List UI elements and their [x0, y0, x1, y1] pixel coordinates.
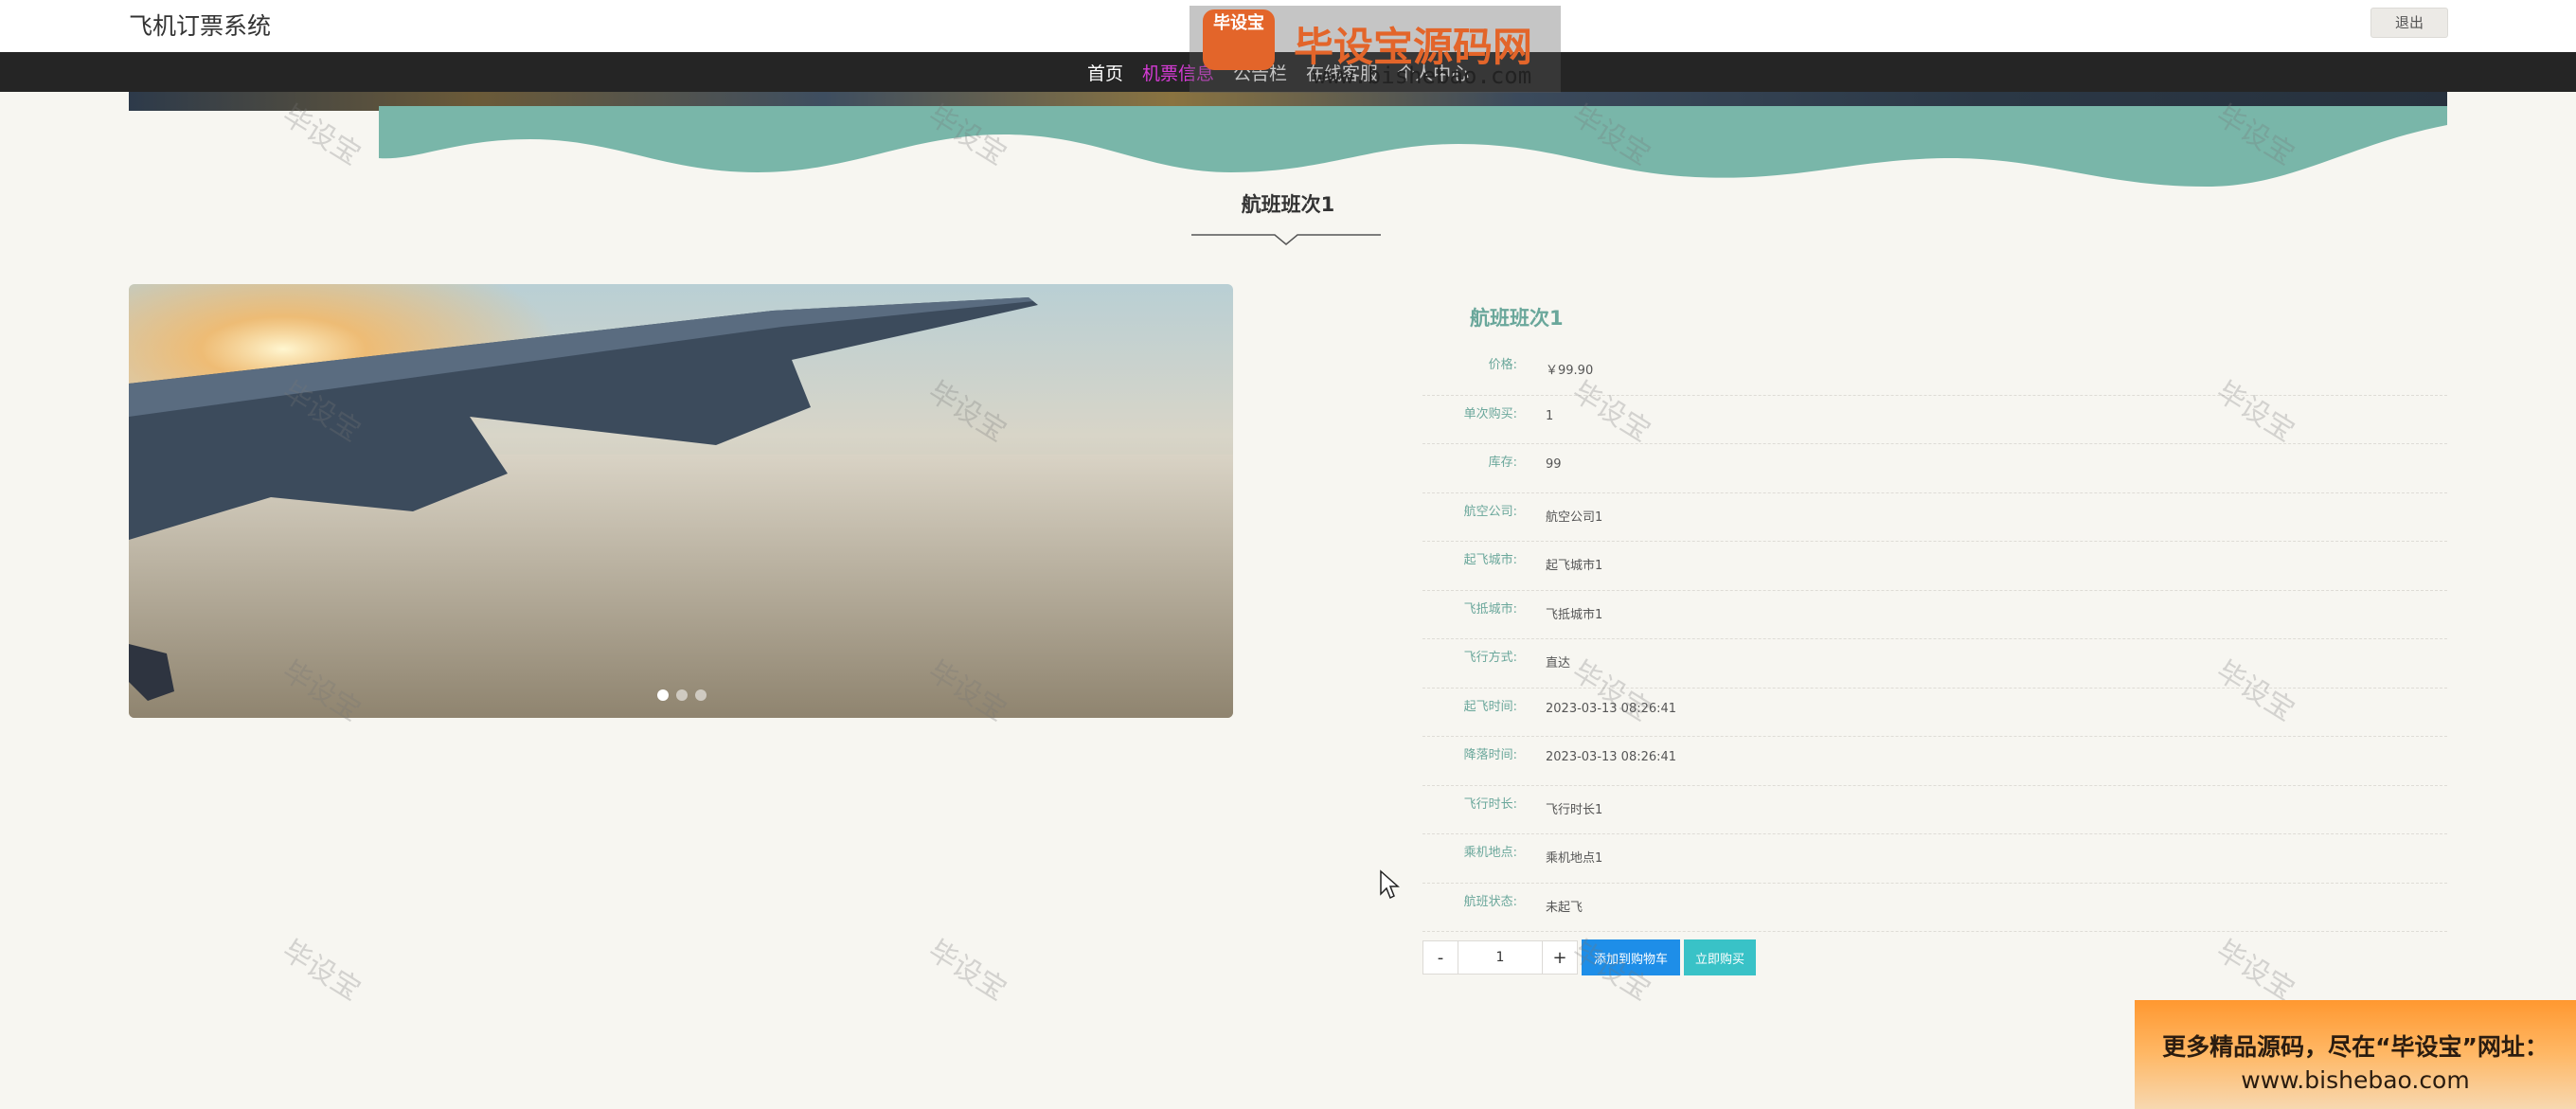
- detail-label: 飞抵城市:: [1463, 601, 1517, 617]
- page-title: 航班班次1: [1241, 193, 1335, 216]
- site-title: 飞机订票系统: [129, 12, 272, 40]
- detail-label: 价格:: [1488, 358, 1517, 372]
- watermark-text: 毕设宝: [921, 934, 1012, 1008]
- buy-now-button[interactable]: 立即购买: [1684, 939, 1756, 975]
- watermark-logo: 毕设宝 毕设宝源码网 www.bishebao.com: [1190, 6, 1561, 93]
- detail-value: ￥99.90: [1546, 364, 1594, 378]
- mouse-cursor-icon: [1380, 869, 1400, 900]
- detail-value: 未起飞: [1546, 900, 1583, 915]
- detail-value: 乘机地点1: [1546, 851, 1603, 866]
- detail-label: 飞行时长:: [1463, 796, 1517, 812]
- carousel-dot[interactable]: [676, 689, 688, 701]
- flight-name: 航班班次1: [1470, 307, 1564, 330]
- detail-row: 航班状态: 未起飞: [1422, 884, 2447, 932]
- detail-value: 2023-03-13 08:26:41: [1546, 750, 1677, 764]
- detail-label: 起飞时间:: [1463, 699, 1517, 714]
- detail-row: 单次购买: 1: [1422, 396, 2447, 444]
- detail-value: 飞行时长1: [1546, 802, 1603, 817]
- airplane-wing-image: [129, 284, 1233, 718]
- logout-button[interactable]: 退出: [2370, 8, 2448, 38]
- nav-item-0[interactable]: 首页: [1087, 60, 1123, 85]
- detail-row: 乘机地点: 乘机地点1: [1422, 834, 2447, 884]
- watermark-badge: 毕设宝: [1203, 9, 1275, 70]
- carousel-dot[interactable]: [695, 689, 707, 701]
- watermark-text: 毕设宝: [276, 934, 367, 1008]
- detail-label: 降落时间:: [1463, 748, 1517, 762]
- watermark-text: 毕设宝: [2209, 934, 2300, 1008]
- detail-label: 乘机地点:: [1463, 846, 1517, 860]
- detail-value: 航空公司1: [1546, 510, 1603, 525]
- detail-row: 飞行时长: 飞行时长1: [1422, 786, 2447, 834]
- detail-row: 航空公司: 航空公司1: [1422, 493, 2447, 542]
- detail-row: 起飞城市: 起飞城市1: [1422, 542, 2447, 591]
- detail-row: 飞抵城市: 飞抵城市1: [1422, 591, 2447, 639]
- quantity-decrease-button[interactable]: -: [1422, 940, 1458, 975]
- decorative-wave: [129, 106, 2447, 187]
- promo-text: 更多精品源码，尽在“毕设宝”网址：: [2162, 1033, 2549, 1061]
- promo-banner: 更多精品源码，尽在“毕设宝”网址： www.bishebao.com: [2135, 1000, 2576, 1109]
- detail-value: 99: [1546, 457, 1562, 472]
- detail-value: 2023-03-13 08:26:41: [1546, 701, 1677, 716]
- detail-value: 起飞城市1: [1546, 559, 1603, 573]
- detail-row: 起飞时间: 2023-03-13 08:26:41: [1422, 689, 2447, 737]
- detail-label: 库存:: [1488, 456, 1517, 470]
- quantity-input[interactable]: [1458, 940, 1542, 975]
- quantity-increase-button[interactable]: +: [1542, 940, 1578, 975]
- carousel-dots: [657, 689, 707, 701]
- detail-value: 飞抵城市1: [1546, 607, 1603, 622]
- add-to-cart-button[interactable]: 添加到购物车: [1582, 939, 1680, 975]
- detail-row: 价格: ￥99.90: [1422, 347, 2447, 396]
- detail-label: 飞行方式:: [1463, 651, 1517, 665]
- purchase-controls: - + 添加到购物车 立即购买: [1422, 939, 1756, 975]
- detail-row: 降落时间: 2023-03-13 08:26:41: [1422, 737, 2447, 786]
- detail-value: 1: [1546, 408, 1554, 423]
- detail-label: 航空公司:: [1463, 504, 1517, 519]
- detail-label: 单次购买:: [1463, 406, 1517, 421]
- detail-value: 直达: [1546, 656, 1571, 671]
- promo-url: www.bishebao.com: [2241, 1066, 2470, 1094]
- detail-row: 飞行方式: 直达: [1422, 639, 2447, 689]
- carousel-dot[interactable]: [657, 689, 669, 701]
- detail-label: 航班状态:: [1463, 894, 1517, 909]
- detail-row: 库存: 99: [1422, 444, 2447, 493]
- flight-detail-list: 价格: ￥99.90 单次购买: 1 库存: 99 航空公司: 航空公司1 起飞城市: 起飞城市1…: [1422, 347, 2447, 932]
- image-carousel[interactable]: [129, 284, 1233, 718]
- title-underline: [1191, 234, 1381, 245]
- watermark-logo-url: www.bishebao.com: [1313, 63, 1532, 89]
- detail-label: 起飞城市:: [1463, 553, 1517, 567]
